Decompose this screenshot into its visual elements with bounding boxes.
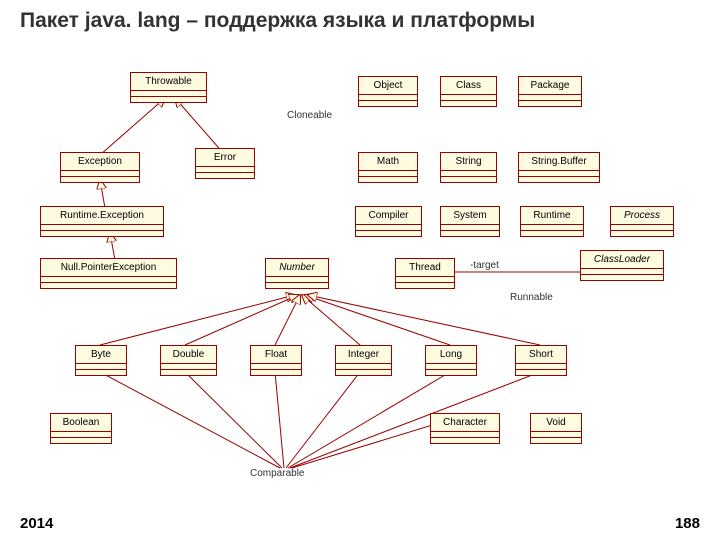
class-name: Compiler bbox=[356, 207, 421, 225]
class-name: Double bbox=[161, 346, 216, 364]
interface-comparable-label: Comparable bbox=[250, 468, 304, 479]
footer-year: 2014 bbox=[20, 515, 53, 532]
interface-runnable-label: Runnable bbox=[510, 292, 553, 303]
class-name: Long bbox=[426, 346, 476, 364]
page-title: Пакет java. lang – поддержка языка и пла… bbox=[20, 8, 535, 33]
class-name: Short bbox=[516, 346, 566, 364]
class-character: Character bbox=[430, 413, 500, 444]
class-classloader: ClassLoader bbox=[580, 250, 664, 281]
class-throwable: Throwable bbox=[130, 72, 207, 103]
class-string: String bbox=[440, 152, 497, 183]
class-thread: Thread bbox=[395, 258, 455, 289]
class-double: Double bbox=[160, 345, 217, 376]
class-name: Float bbox=[251, 346, 301, 364]
class-name: Thread bbox=[396, 259, 454, 277]
class-name: Class bbox=[441, 77, 496, 95]
class-void: Void bbox=[530, 413, 582, 444]
class-name: Integer bbox=[336, 346, 391, 364]
class-short: Short bbox=[515, 345, 567, 376]
class-name: Boolean bbox=[51, 414, 111, 432]
class-boolean: Boolean bbox=[50, 413, 112, 444]
class-stringbuffer: String.Buffer bbox=[518, 152, 600, 183]
class-system: System bbox=[440, 206, 500, 237]
class-nullpointerexception: Null.PointerException bbox=[40, 258, 177, 289]
class-name: Void bbox=[531, 414, 581, 432]
class-package: Package bbox=[518, 76, 582, 107]
class-process: Process bbox=[610, 206, 674, 237]
class-math: Math bbox=[358, 152, 418, 183]
class-name: Null.PointerException bbox=[41, 259, 176, 277]
class-float: Float bbox=[250, 345, 302, 376]
class-compiler: Compiler bbox=[355, 206, 422, 237]
footer-page: 188 bbox=[675, 515, 700, 532]
class-name: Runtime bbox=[521, 207, 583, 225]
class-name: Error bbox=[196, 149, 254, 167]
class-name: Package bbox=[519, 77, 581, 95]
class-name: Throwable bbox=[131, 73, 206, 91]
class-number: Number bbox=[265, 258, 329, 289]
class-name: Character bbox=[431, 414, 499, 432]
class-name: Object bbox=[359, 77, 417, 95]
class-name: Runtime.Exception bbox=[41, 207, 163, 225]
class-name: ClassLoader bbox=[581, 251, 663, 269]
class-name: System bbox=[441, 207, 499, 225]
class-runtimeexception: Runtime.Exception bbox=[40, 206, 164, 237]
class-name: Math bbox=[359, 153, 417, 171]
class-name: Number bbox=[266, 259, 328, 277]
class-byte: Byte bbox=[75, 345, 127, 376]
class-name: Process bbox=[611, 207, 673, 225]
class-long: Long bbox=[425, 345, 477, 376]
target-label: -target bbox=[470, 260, 499, 271]
class-name: String.Buffer bbox=[519, 153, 599, 171]
class-exception: Exception bbox=[60, 152, 140, 183]
class-object: Object bbox=[358, 76, 418, 107]
class-integer: Integer bbox=[335, 345, 392, 376]
class-class: Class bbox=[440, 76, 497, 107]
class-runtime: Runtime bbox=[520, 206, 584, 237]
class-name: String bbox=[441, 153, 496, 171]
class-name: Byte bbox=[76, 346, 126, 364]
interface-cloneable-label: Cloneable bbox=[287, 110, 332, 121]
class-name: Exception bbox=[61, 153, 139, 171]
class-error: Error bbox=[195, 148, 255, 179]
